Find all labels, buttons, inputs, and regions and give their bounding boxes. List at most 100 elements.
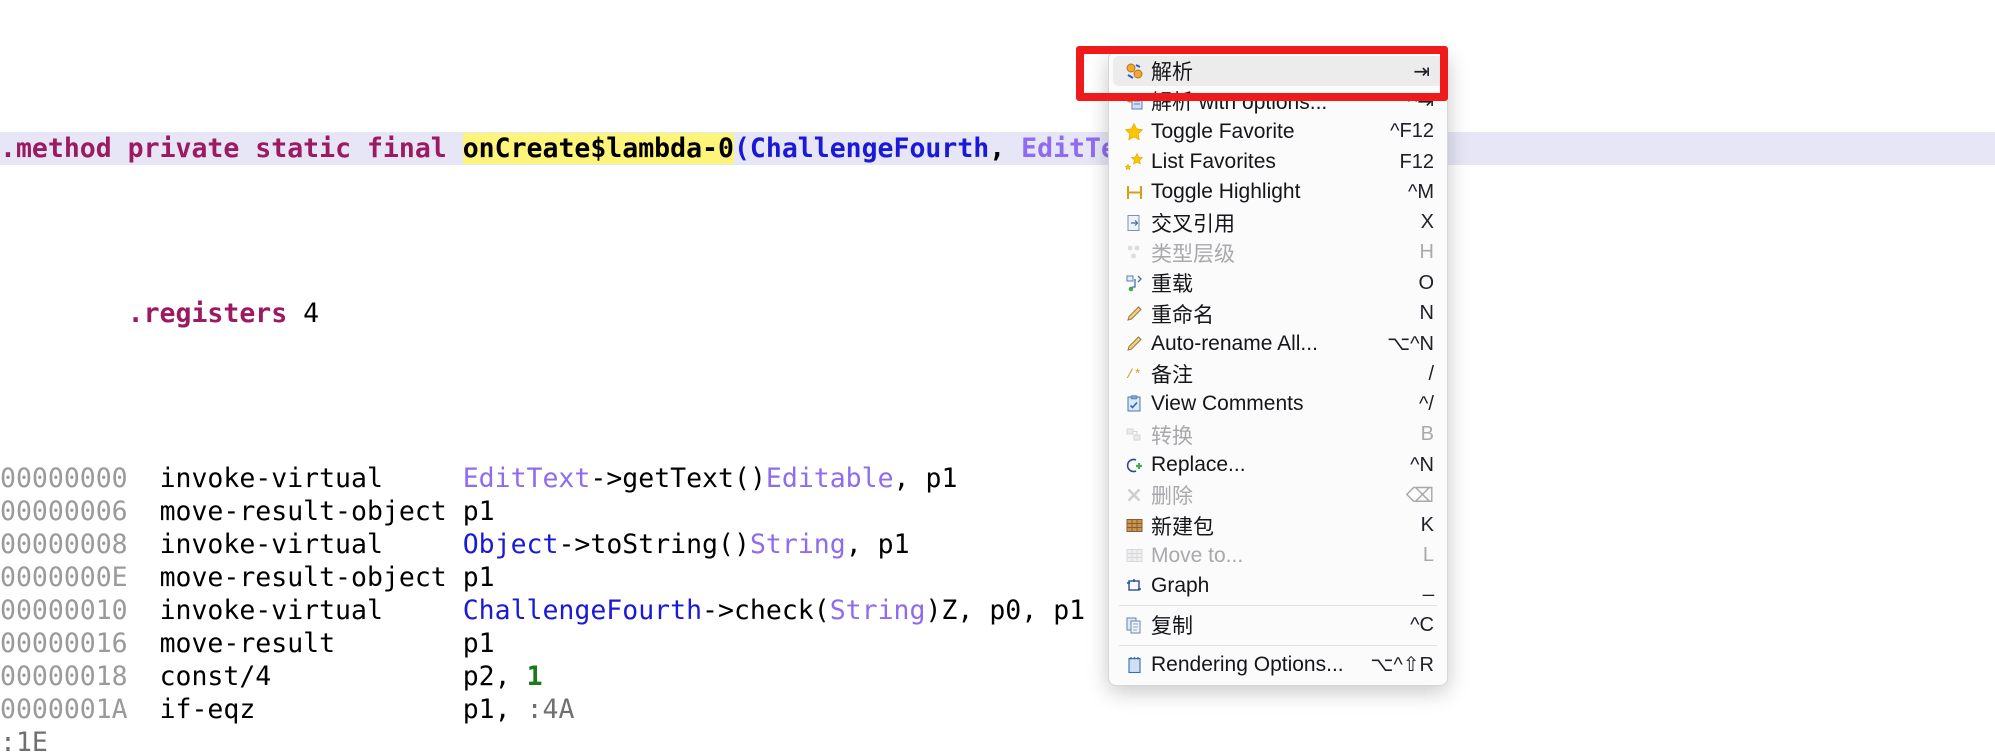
instruction-offset: 00000000 xyxy=(0,463,128,494)
menu-item-label: 解析 with options... xyxy=(1151,91,1328,115)
menu-item-label: 备注 xyxy=(1151,364,1193,388)
instruction-operands: p1 xyxy=(462,628,495,659)
graph-icon xyxy=(1117,577,1151,595)
delete-icon xyxy=(1117,486,1151,504)
menu-item-label: 复制 xyxy=(1151,615,1193,639)
type-hierarchy-icon xyxy=(1117,244,1151,262)
menu-item-label: Replace... xyxy=(1151,453,1246,476)
instruction-operands: EditText->getText()Editable, p1 xyxy=(462,463,958,494)
menu-item-label: Rendering Options... xyxy=(1151,652,1344,676)
menu-item-shortcut: ⌥^⇧R xyxy=(1370,654,1434,677)
menu-item-18[interactable]: 复制 ^C xyxy=(1109,610,1447,640)
menu-item-label: 转换 xyxy=(1151,424,1193,448)
instruction-line[interactable]: 00000018 const/4 p2, 1 xyxy=(0,660,1995,693)
menu-item-14: 删除 ⌫ xyxy=(1109,480,1447,510)
menu-item-label: View Comments xyxy=(1151,392,1304,416)
instruction-line[interactable]: :1E xyxy=(0,726,1995,752)
star-list-icon xyxy=(1117,152,1151,172)
menu-item-label: Move to... xyxy=(1151,543,1244,567)
code-editor[interactable]: .method private static final onCreate$la… xyxy=(0,0,1995,752)
menu-item-shortcut: B xyxy=(1420,423,1434,446)
instruction-mnemonic: if-eqz xyxy=(159,694,463,725)
menu-item-15[interactable]: 新建包 K xyxy=(1109,510,1447,540)
replace-icon xyxy=(1117,456,1151,475)
star-icon xyxy=(1117,122,1151,142)
instruction-line[interactable]: 0000000E move-result-object p1 xyxy=(0,561,1995,594)
instruction-operands: ChallengeFourth->check(String)Z, p0, p1 xyxy=(462,595,1086,626)
menu-item-7[interactable]: 重载 O xyxy=(1109,268,1447,298)
menu-item-13[interactable]: Replace... ^N xyxy=(1109,450,1447,480)
instruction-line[interactable]: 00000006 move-result-object p1 xyxy=(0,495,1995,528)
menu-item-4[interactable]: Toggle Highlight ^M xyxy=(1109,177,1447,207)
instruction-offset: 00000016 xyxy=(0,628,128,659)
menu-item-3[interactable]: List Favorites F12 xyxy=(1109,147,1447,177)
instruction-list[interactable]: 00000000 invoke-virtual EditText->getTex… xyxy=(0,462,1995,752)
menu-item-shortcut: ⇥ xyxy=(1413,60,1430,83)
instruction-line[interactable]: 00000010 invoke-virtual ChallengeFourth-… xyxy=(0,594,1995,627)
reload-icon xyxy=(1117,274,1151,293)
menu-item-shortcut: ^N xyxy=(1410,453,1434,476)
view-comments-icon xyxy=(1117,395,1151,413)
registers-directive: .registers xyxy=(127,298,288,329)
menu-item-shortcut: F12 xyxy=(1399,150,1434,173)
menu-item-5[interactable]: 交叉引用 X xyxy=(1109,207,1447,237)
instruction-offset: 0000001A xyxy=(0,694,128,725)
context-menu[interactable]: 解析 ⇥ 解析 with options... ^⇥ Toggle Favorite ^F… xyxy=(1108,51,1448,686)
menu-item-label: Auto-rename All... xyxy=(1151,331,1318,355)
selected-method-name[interactable]: onCreate$lambda-0 xyxy=(462,133,734,164)
instruction-mnemonic: const/4 xyxy=(159,661,463,692)
instruction-offset: 00000018 xyxy=(0,661,128,692)
method-declaration-line[interactable]: .method private static final onCreate$la… xyxy=(0,132,1995,165)
analyze-options-icon xyxy=(1117,92,1151,111)
menu-item-label: Toggle Favorite xyxy=(1151,119,1295,143)
instruction-operands: p1 xyxy=(462,496,495,527)
menu-item-label: 重载 xyxy=(1151,273,1193,297)
menu-item-shortcut: ^⇥ xyxy=(1407,90,1434,113)
instruction-line[interactable]: 00000016 move-result p1 xyxy=(0,627,1995,660)
menu-item-shortcut: H xyxy=(1419,241,1434,264)
cross-reference-icon xyxy=(1117,214,1151,232)
instruction-line[interactable]: 00000008 invoke-virtual Object->toString… xyxy=(0,528,1995,561)
menu-item-2[interactable]: Toggle Favorite ^F12 xyxy=(1109,117,1447,147)
menu-item-shortcut: X xyxy=(1420,211,1434,234)
rendering-options-icon xyxy=(1117,656,1151,674)
menu-separator xyxy=(1119,605,1437,607)
menu-item-label: 删除 xyxy=(1151,485,1193,509)
menu-item-8[interactable]: 重命名 N xyxy=(1109,298,1447,328)
menu-item-10[interactable]: /* 备注 / xyxy=(1109,359,1447,389)
disassembler-window: .method private static final onCreate$la… xyxy=(0,0,1995,752)
menu-item-0[interactable]: 解析 ⇥ xyxy=(1113,56,1443,87)
instruction-offset: 00000008 xyxy=(0,529,128,560)
decl-param-class: ChallengeFourth xyxy=(749,133,990,164)
auto-rename-icon xyxy=(1117,334,1151,353)
new-package-icon xyxy=(1117,516,1151,535)
menu-item-label: List Favorites xyxy=(1151,150,1276,174)
move-to-icon xyxy=(1117,546,1151,565)
menu-item-shortcut: ^/ xyxy=(1419,392,1434,415)
menu-item-9[interactable]: Auto-rename All... ⌥^N xyxy=(1109,329,1447,359)
instruction-line[interactable]: 0000001A if-eqz p1, :4A xyxy=(0,693,1995,726)
instruction-operands: p1 xyxy=(462,562,495,593)
menu-item-label: 解析 xyxy=(1151,61,1193,85)
menu-item-6: 类型层级 H xyxy=(1109,238,1447,268)
registers-line[interactable]: .registers 4 xyxy=(0,297,1995,330)
menu-item-label: Toggle Highlight xyxy=(1151,180,1301,204)
menu-item-label: Graph xyxy=(1151,574,1210,598)
svg-text:/*: /* xyxy=(1126,367,1142,382)
menu-item-label: 交叉引用 xyxy=(1151,212,1235,236)
menu-item-1[interactable]: 解析 with options... ^⇥ xyxy=(1109,86,1447,116)
menu-item-17[interactable]: Graph _ xyxy=(1109,571,1447,601)
menu-item-19[interactable]: Rendering Options... ⌥^⇧R xyxy=(1109,650,1447,680)
registers-value: 4 xyxy=(303,298,320,329)
menu-item-shortcut: ⌥^N xyxy=(1387,333,1434,356)
code-label: :1E xyxy=(0,727,48,752)
comment-icon: /* xyxy=(1117,365,1151,384)
instruction-offset: 00000010 xyxy=(0,595,128,626)
method-modifiers: private static final xyxy=(127,133,447,164)
menu-item-11[interactable]: View Comments ^/ xyxy=(1109,389,1447,419)
instruction-line[interactable]: 00000000 invoke-virtual EditText->getTex… xyxy=(0,462,1995,495)
instruction-mnemonic: move-result-object xyxy=(159,496,463,527)
menu-item-shortcut: K xyxy=(1420,514,1434,537)
instruction-operands: Object->toString()String, p1 xyxy=(462,529,910,560)
menu-item-label: 重命名 xyxy=(1151,303,1214,327)
